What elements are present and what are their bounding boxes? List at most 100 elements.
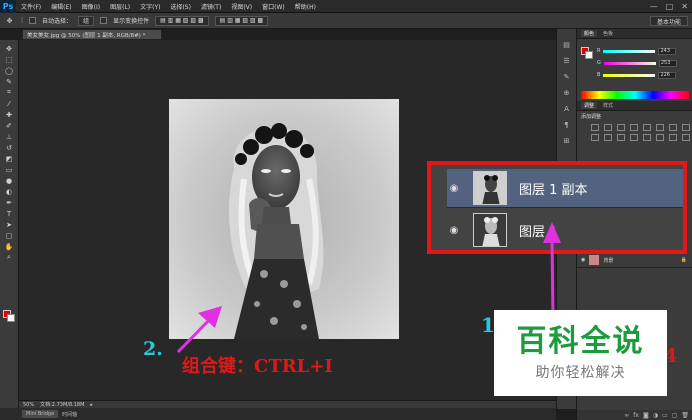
levels-icon[interactable] [604,124,612,131]
move-tool-icon[interactable]: ✥ [4,16,15,25]
tools-panel: ✥ ⬚ ◯ ✎ ⌗ ⁄ ✚ ✐ ⊥ ↺ ◩ ▭ ● ◐ ✒ T ➤ ▢ ✋ ⌕ [0,40,19,408]
visibility-eye-icon[interactable]: ◉ [447,225,461,236]
gradient-icon[interactable]: ▭ [4,165,15,174]
layer-row-1[interactable]: ◉ 图层 1 [447,211,683,249]
vibrance-icon[interactable] [643,124,651,131]
dodge-icon[interactable]: ◐ [4,187,15,196]
layer-row-copy[interactable]: ◉ 图层 1 副本 [447,169,683,207]
menu-select[interactable]: 选择(S) [165,2,196,11]
character-panel-icon[interactable]: A [564,105,569,113]
brightness-icon[interactable] [591,124,599,131]
curves-icon[interactable] [617,124,625,131]
adjustments-title: 添加调整 [581,114,602,120]
gradient-map-icon[interactable] [669,134,677,141]
mask-icon[interactable]: ◙ [643,412,649,419]
fx-icon[interactable]: fx [633,412,639,419]
menu-image[interactable]: 图像(I) [77,2,105,11]
menu-layer[interactable]: 图层(L) [105,2,135,11]
tab-styles[interactable]: 样式 [603,102,613,109]
menu-edit[interactable]: 编辑(E) [46,2,76,11]
trash-icon[interactable]: 🗑 [681,412,689,419]
quick-select-icon[interactable]: ✎ [4,77,15,86]
pen-icon[interactable]: ✒ [4,198,15,207]
selective-color-icon[interactable] [682,134,690,141]
move-icon[interactable]: ✥ [4,44,15,53]
minimize-button[interactable]: — [650,2,658,11]
auto-select-dropdown[interactable]: 组 [78,15,95,26]
exposure-icon[interactable] [630,124,638,131]
menu-view[interactable]: 视图(V) [226,2,257,11]
color-balance-icon[interactable] [669,124,677,131]
slider-g[interactable]: G 253 [597,59,689,67]
healing-icon[interactable]: ✚ [4,110,15,119]
adjustment-layer-icon[interactable]: ◑ [653,412,658,419]
new-layer-icon[interactable]: ▢ [672,412,678,419]
invert-icon[interactable] [630,134,638,141]
marquee-icon[interactable]: ⬚ [4,55,15,64]
tab-mini-bridge[interactable]: Mini Bridge [22,410,59,418]
photo-filter-icon[interactable] [591,134,599,141]
properties-panel-icon[interactable]: ☰ [563,57,569,65]
link-layers-icon[interactable]: ∞ [624,412,629,419]
tab-timeline[interactable]: 时间轴 [62,411,77,418]
align-buttons[interactable]: ▤ ▥ ▦ ▧ ▨ ▩ [155,15,209,26]
shape-icon[interactable]: ▢ [4,231,15,240]
brush-panel-icon[interactable]: ✎ [564,73,570,81]
g-track[interactable] [603,61,656,65]
slider-b[interactable]: B 226 [597,71,689,79]
path-select-icon[interactable]: ➤ [4,220,15,229]
r-value[interactable]: 243 [658,47,677,55]
eyedropper-icon[interactable]: ⁄ [4,99,15,108]
zoom-level[interactable]: 50% [23,402,34,408]
clone-source-icon[interactable]: ⊕ [564,89,570,97]
r-track[interactable] [603,49,656,53]
lasso-icon[interactable]: ◯ [4,66,15,75]
menu-file[interactable]: 文件(F) [16,2,46,11]
eye-icon[interactable]: ◉ [581,257,585,263]
stamp-icon[interactable]: ⊥ [4,132,15,141]
history-panel-icon[interactable]: ▤ [563,41,570,49]
hand-icon[interactable]: ✋ [4,242,15,251]
tab-color[interactable]: 颜色 [581,30,598,37]
step2-number: 2. [143,338,163,360]
group-icon[interactable]: ▭ [662,412,668,419]
hue-saturation-icon[interactable] [656,124,664,131]
eraser-icon[interactable]: ◩ [4,154,15,163]
show-transform-checkbox[interactable] [100,17,108,24]
zoom-icon[interactable]: ⌕ [4,253,15,262]
workspace-switcher[interactable]: 基本功能 [649,16,688,26]
posterize-icon[interactable] [643,134,651,141]
color-lookup-icon[interactable] [617,134,625,141]
background-color-swatch[interactable] [7,314,15,322]
tab-swatches[interactable]: 色板 [603,30,613,37]
auto-select-checkbox[interactable] [29,17,37,24]
menu-window[interactable]: 窗口(W) [257,2,290,11]
g-value[interactable]: 253 [658,59,677,67]
tool-presets-icon[interactable]: ⊞ [564,137,570,145]
b-value[interactable]: 226 [658,71,677,79]
history-brush-icon[interactable]: ↺ [4,143,15,152]
blur-icon[interactable]: ● [4,176,15,185]
distribute-buttons[interactable]: ▤ ▥ ▦ ▧ ▨ ▩ [214,15,269,26]
black-white-icon[interactable] [682,124,690,131]
document-tab[interactable]: 美女美女.jpg @ 50% (图层 1 副本, RGB/8#) * [22,29,162,40]
color-panel-background[interactable] [585,51,593,59]
maximize-button[interactable]: □ [666,2,674,11]
layer-row-background[interactable]: ◉ 背景 🔒 [577,253,692,268]
paragraph-panel-icon[interactable]: ¶ [564,121,568,129]
type-icon[interactable]: T [4,209,15,218]
tab-adjustments[interactable]: 调整 [581,102,598,109]
visibility-eye-icon[interactable]: ◉ [447,183,461,194]
crop-icon[interactable]: ⌗ [4,88,15,97]
brush-icon[interactable]: ✐ [4,121,15,130]
menu-help[interactable]: 帮助(H) [290,2,321,11]
status-arrow-icon[interactable]: ▸ [90,402,93,408]
b-track[interactable] [603,73,656,77]
slider-r[interactable]: R 243 [597,47,689,55]
menu-filter[interactable]: 滤镜(T) [196,2,226,11]
channel-mixer-icon[interactable] [604,134,612,141]
close-button[interactable]: ✕ [681,2,688,11]
menu-type[interactable]: 文字(Y) [135,2,165,11]
color-spectrum[interactable] [581,91,689,99]
threshold-icon[interactable] [656,134,664,141]
